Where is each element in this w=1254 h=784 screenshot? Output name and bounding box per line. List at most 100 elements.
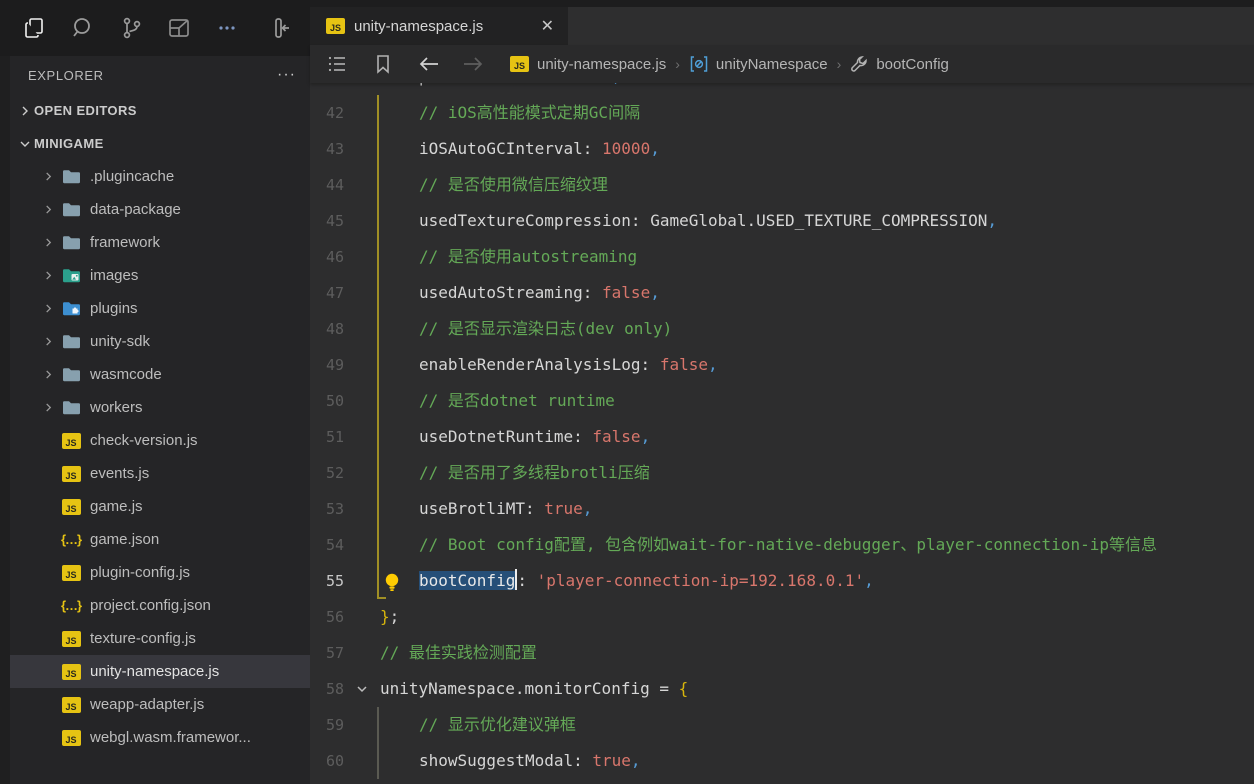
code-line-50[interactable]: 50// 是否dotnet runtime xyxy=(310,383,1254,419)
code-line-41[interactable]: 41 preloadWXFont: false, xyxy=(310,83,1254,95)
tree-item-data-package[interactable]: data-package xyxy=(10,193,310,226)
section-open-editors[interactable]: OPEN EDITORS xyxy=(10,94,310,127)
code-text[interactable]: usedTextureCompression: GameGlobal.USED_… xyxy=(380,203,1254,239)
breadcrumb-bar: JS unity-namespace.js › unityNamespace › xyxy=(310,45,1254,83)
code-text[interactable]: // Boot config配置, 包含例如wait-for-native-de… xyxy=(380,527,1254,563)
chevron-right-icon[interactable] xyxy=(40,337,56,346)
tree-item-plugins[interactable]: plugins xyxy=(10,292,310,325)
chevron-right-icon[interactable] xyxy=(40,271,56,280)
code-text[interactable]: // 最佳实践检测配置 xyxy=(380,635,1254,671)
tree-item-label: wasmcode xyxy=(90,366,162,383)
json-file-icon: {…} xyxy=(60,598,82,613)
code-line-58[interactable]: 58unityNamespace.monitorConfig = { xyxy=(310,671,1254,707)
tree-item--plugincache[interactable]: .plugincache xyxy=(10,160,310,193)
tree-item-unity-sdk[interactable]: unity-sdk xyxy=(10,325,310,358)
code-text[interactable]: // 是否使用autostreaming xyxy=(380,239,1254,275)
tree-item-label: framework xyxy=(90,234,160,251)
tree-item-label: .plugincache xyxy=(90,168,174,185)
code-line-55[interactable]: 55bootConfig: 'player-connection-ip=192.… xyxy=(310,563,1254,599)
outline-list-icon[interactable] xyxy=(326,53,348,75)
back-arrow-icon[interactable] xyxy=(418,55,440,73)
fold-chevron-icon[interactable] xyxy=(344,671,380,707)
toggle-sidebar-icon[interactable] xyxy=(266,15,292,41)
code-text[interactable]: // 是否使用微信压缩纹理 xyxy=(380,167,1254,203)
code-text[interactable]: enableRenderAnalysisLog: false, xyxy=(380,347,1254,383)
code-line-43[interactable]: 43 iOSAutoGCInterval: 10000, xyxy=(310,131,1254,167)
chevron-right-icon[interactable] xyxy=(40,205,56,214)
fold-gutter xyxy=(344,599,380,635)
search-icon[interactable] xyxy=(70,15,96,41)
chevron-right-icon[interactable] xyxy=(40,403,56,412)
code-line-56[interactable]: 56}; xyxy=(310,599,1254,635)
breadcrumb-symbol[interactable]: bootConfig xyxy=(850,55,949,74)
line-number: 41 xyxy=(310,83,344,95)
code-line-59[interactable]: 59 // 显示优化建议弹框 xyxy=(310,707,1254,743)
tree-item-images[interactable]: images xyxy=(10,259,310,292)
code-text[interactable]: unityNamespace.monitorConfig = { xyxy=(380,671,1254,707)
close-icon[interactable]: ✕ xyxy=(539,16,556,36)
code-text[interactable]: // iOS高性能模式定期GC间隔 xyxy=(380,95,1254,131)
layout-icon[interactable] xyxy=(166,15,192,41)
chevron-right-icon[interactable] xyxy=(40,172,56,181)
chevron-right-icon[interactable] xyxy=(40,238,56,247)
code-line-42[interactable]: 42// iOS高性能模式定期GC间隔 xyxy=(310,95,1254,131)
code-line-48[interactable]: 48// 是否显示渲染日志(dev only) xyxy=(310,311,1254,347)
tree-item-webgl-wasm-framewor-[interactable]: JSwebgl.wasm.framewor... xyxy=(10,721,310,754)
chevron-right-icon xyxy=(16,106,34,116)
forward-arrow-icon[interactable] xyxy=(462,55,484,73)
code-text[interactable]: // 是否dotnet runtime xyxy=(380,383,1254,419)
code-line-45[interactable]: 45usedTextureCompression: GameGlobal.USE… xyxy=(310,203,1254,239)
breadcrumb-file[interactable]: JS unity-namespace.js xyxy=(510,56,666,73)
tree-item-check-version-js[interactable]: JScheck-version.js xyxy=(10,424,310,457)
plugins-folder-icon xyxy=(60,301,82,316)
breadcrumb-namespace[interactable]: unityNamespace xyxy=(689,55,828,73)
tree-item-events-js[interactable]: JSevents.js xyxy=(10,457,310,490)
tab-unity-namespace[interactable]: JS unity-namespace.js ✕ xyxy=(310,7,568,45)
chevron-right-icon[interactable] xyxy=(40,304,56,313)
tree-item-wasmcode[interactable]: wasmcode xyxy=(10,358,310,391)
tree-item-workers[interactable]: workers xyxy=(10,391,310,424)
code-editor[interactable]: 41 preloadWXFont: false,42// iOS高性能模式定期GC… xyxy=(310,83,1254,784)
line-number: 43 xyxy=(310,131,344,167)
explorer-more-icon[interactable]: ··· xyxy=(277,66,296,84)
code-text[interactable]: preloadWXFont: false, xyxy=(380,83,1254,95)
code-text[interactable]: showSuggestModal: true, xyxy=(380,743,1254,779)
code-text[interactable]: // 是否用了多线程brotli压缩 xyxy=(380,455,1254,491)
tree-item-weapp-adapter-js[interactable]: JSweapp-adapter.js xyxy=(10,688,310,721)
activity-bar xyxy=(0,0,310,56)
bookmark-icon[interactable] xyxy=(374,54,392,74)
files-icon[interactable] xyxy=(22,15,48,41)
code-line-49[interactable]: 49enableRenderAnalysisLog: false, xyxy=(310,347,1254,383)
line-number: 47 xyxy=(310,275,344,311)
code-line-52[interactable]: 52// 是否用了多线程brotli压缩 xyxy=(310,455,1254,491)
code-line-54[interactable]: 54// Boot config配置, 包含例如wait-for-native-… xyxy=(310,527,1254,563)
source-control-icon[interactable] xyxy=(118,15,144,41)
code-line-53[interactable]: 53useBrotliMT: true, xyxy=(310,491,1254,527)
code-text[interactable]: usedAutoStreaming: false, xyxy=(380,275,1254,311)
code-text[interactable]: // 是否显示渲染日志(dev only) xyxy=(380,311,1254,347)
tree-item-project-config-json[interactable]: {…}project.config.json xyxy=(10,589,310,622)
tree-item-game-json[interactable]: {…}game.json xyxy=(10,523,310,556)
more-icon[interactable] xyxy=(214,15,240,41)
code-text[interactable]: useBrotliMT: true, xyxy=(380,491,1254,527)
tree-item-framework[interactable]: framework xyxy=(10,226,310,259)
tree-item-unity-namespace-js[interactable]: JSunity-namespace.js xyxy=(10,655,310,688)
chevron-right-icon[interactable] xyxy=(40,370,56,379)
code-text[interactable]: bootConfig: 'player-connection-ip=192.16… xyxy=(380,563,1254,599)
line-number: 59 xyxy=(310,707,344,743)
tree-item-plugin-config-js[interactable]: JSplugin-config.js xyxy=(10,556,310,589)
tree-item-game-js[interactable]: JSgame.js xyxy=(10,490,310,523)
section-minigame[interactable]: MINIGAME xyxy=(10,127,310,160)
tree-item-texture-config-js[interactable]: JStexture-config.js xyxy=(10,622,310,655)
code-line-60[interactable]: 60showSuggestModal: true, xyxy=(310,743,1254,779)
code-line-57[interactable]: 57// 最佳实践检测配置 xyxy=(310,635,1254,671)
code-line-46[interactable]: 46// 是否使用autostreaming xyxy=(310,239,1254,275)
code-text[interactable]: // 显示优化建议弹框 xyxy=(380,707,1254,743)
code-line-51[interactable]: 51useDotnetRuntime: false, xyxy=(310,419,1254,455)
code-text[interactable]: }; xyxy=(380,599,1254,635)
code-line-47[interactable]: 47 usedAutoStreaming: false, xyxy=(310,275,1254,311)
folder-icon xyxy=(60,169,82,184)
code-text[interactable]: iOSAutoGCInterval: 10000, xyxy=(380,131,1254,167)
code-line-44[interactable]: 44// 是否使用微信压缩纹理 xyxy=(310,167,1254,203)
code-text[interactable]: useDotnetRuntime: false, xyxy=(380,419,1254,455)
